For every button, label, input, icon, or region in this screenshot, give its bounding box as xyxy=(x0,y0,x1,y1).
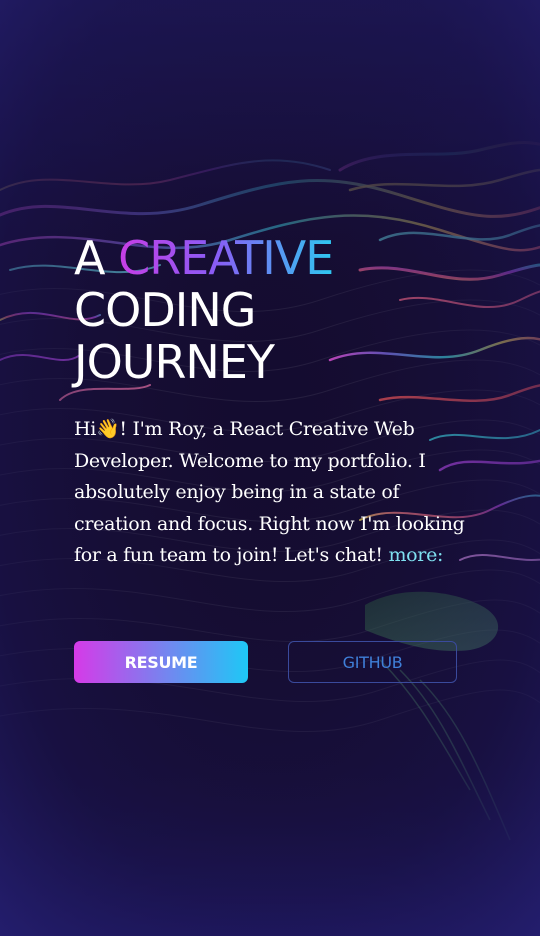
bio-paragraph: Hi👋! I'm Roy, a React Creative Web Devel… xyxy=(74,414,474,572)
title-line-2: Coding xyxy=(74,283,256,337)
resume-button[interactable]: Resume xyxy=(74,641,248,683)
hero-heading: A Creative Coding Journey xyxy=(74,232,474,388)
bio-greeting: Hi xyxy=(74,418,97,440)
title-highlight: Creative xyxy=(118,231,334,285)
title-prefix: A xyxy=(74,231,119,285)
page-title: A Creative Coding Journey xyxy=(74,232,474,388)
wave-icon: 👋 xyxy=(96,418,120,440)
more-link[interactable]: more: xyxy=(388,544,443,566)
title-line-3: Journey xyxy=(74,335,275,389)
github-button[interactable]: Github xyxy=(288,641,457,683)
